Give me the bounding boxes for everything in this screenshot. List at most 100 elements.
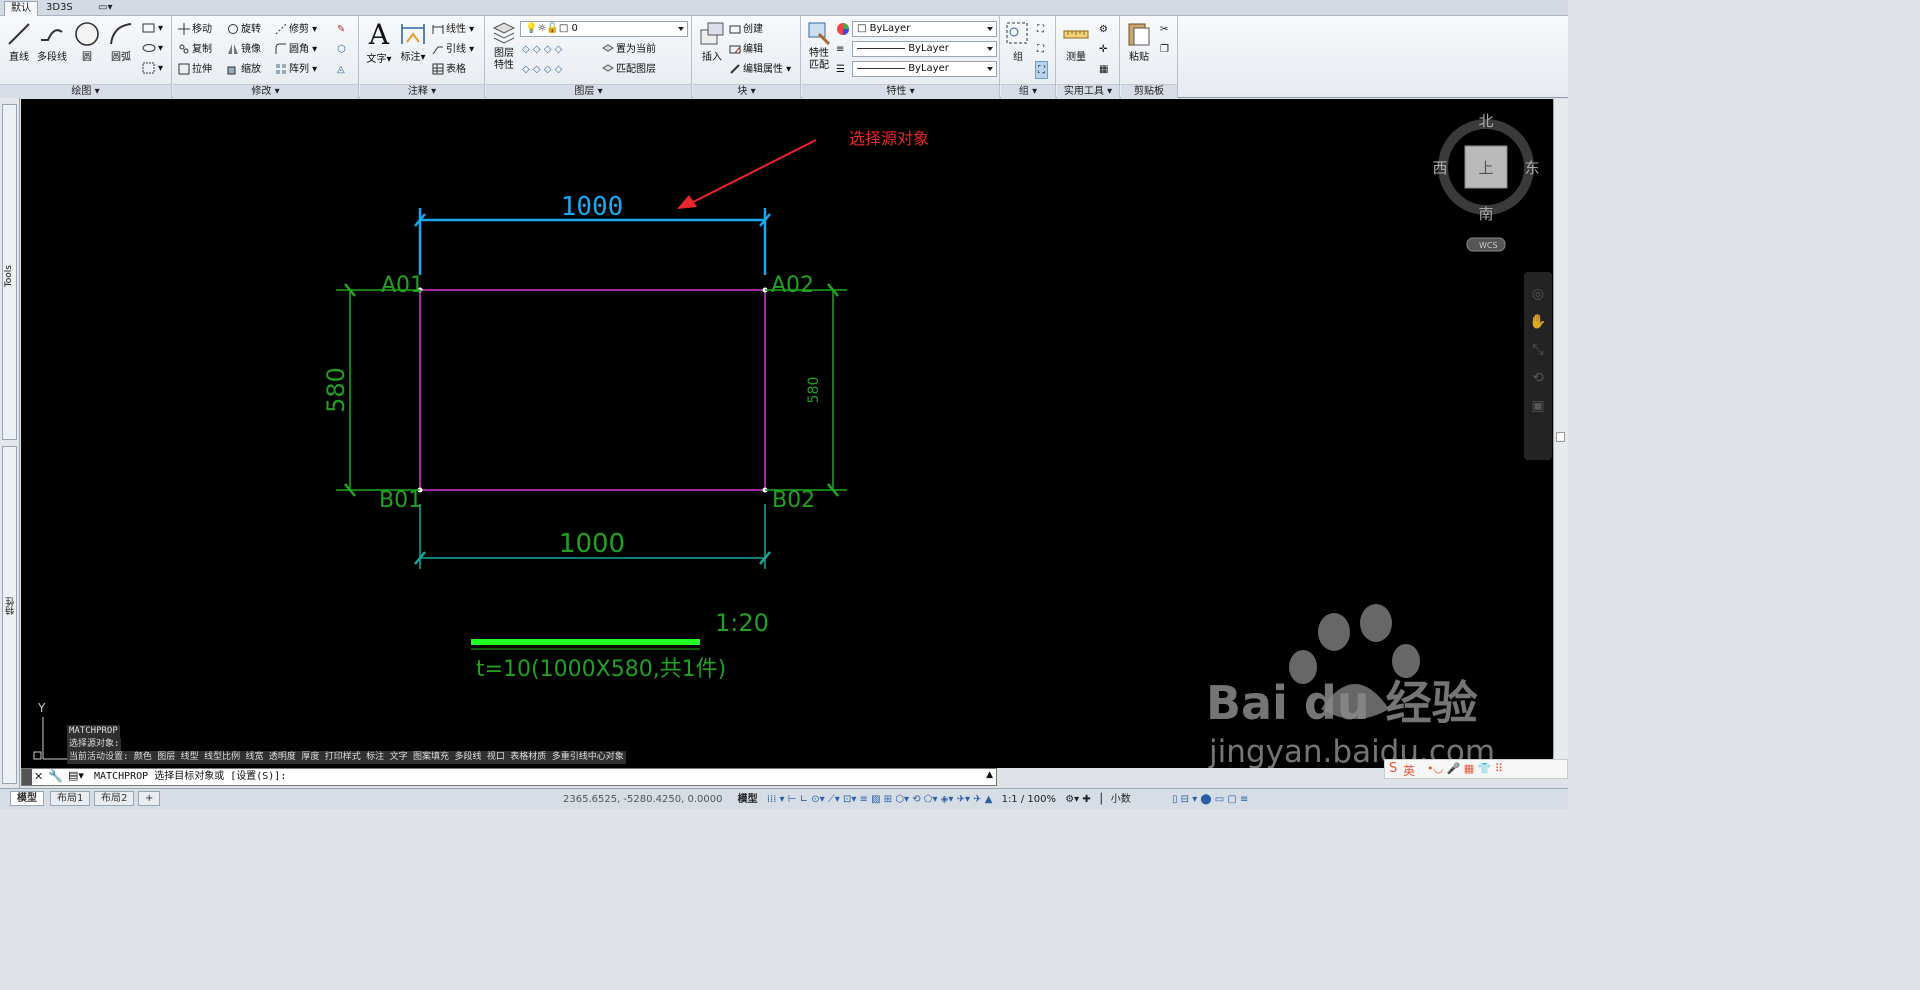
group-button[interactable]: 组 [1001,20,1035,63]
showmotion-icon[interactable]: ▣ [1524,398,1552,414]
layer-tools-row2[interactable]: ◇ ◇ ◇ ◇ [522,61,562,79]
command-expand-icon[interactable]: ▲ [986,770,993,780]
viewcube-east[interactable]: 东 [1524,159,1539,177]
group-edit-button[interactable]: ⛶ [1037,41,1044,59]
tab-3d3s[interactable]: 3D3S [40,1,79,16]
move-button[interactable]: 移动 [178,21,212,39]
workspace-gear-icon[interactable]: ⚙▾ ✚ ▕ [1065,794,1101,805]
units-dropdown[interactable]: 小数 [1111,794,1131,805]
panel-annotate-title[interactable]: 注释 ▾ [360,84,484,98]
layer-stack-icon [492,22,516,44]
rectangle-tool[interactable]: ▾ [142,20,163,38]
vertical-scrollbar[interactable] [1553,99,1568,768]
color-dropdown[interactable]: □ ByLayer [852,21,997,37]
panel-draw-title[interactable]: 绘图 ▾ [0,84,171,98]
coordinate-readout[interactable]: 2365.6525, -5280.4250, 0.0000 [563,794,722,805]
group-select-toggle[interactable]: ⛶ [1035,61,1048,79]
add-layout-button[interactable]: + [138,791,161,806]
status-tray: 2365.6525, -5280.4250, 0.0000 模型 ⁞⁞⁞ ▾ ⊢… [535,789,1248,810]
tab-more-dropdown[interactable]: ▭▾ [92,1,114,16]
plate-rectangle[interactable] [419,289,766,491]
command-line[interactable]: ✕ 🔧 ▤▾ MATCHPROP 选择目标对象或 [设置(S)]: ▲ [21,768,997,786]
zoom-extents-icon[interactable]: ⤡ [1524,342,1552,358]
line-button[interactable]: 直线 [2,20,36,63]
panel-utilities-title[interactable]: 实用工具 ▾ [1057,84,1119,98]
properties-palette-tab[interactable]: 特性 [2,446,17,784]
calculator-button[interactable]: ▦ [1099,61,1108,79]
lineweight-dropdown[interactable]: ByLayer [852,61,997,77]
model-space-button[interactable]: 模型 [738,794,758,805]
cut-button[interactable]: ✂ [1160,21,1168,39]
explode-button[interactable]: ⬡ [337,41,346,59]
steering-wheel-icon[interactable]: ◎ [1524,286,1552,302]
polyline-button[interactable]: 多段线 [34,20,70,63]
panel-modify-title[interactable]: 修改 ▾ [173,84,358,98]
viewcube-west[interactable]: 西 [1432,159,1447,177]
circle-button[interactable]: 圆 [70,20,104,63]
insert-button[interactable]: 插入 [695,20,729,63]
rotate-button[interactable]: 旋转 [227,21,261,39]
linetype-dropdown[interactable]: ByLayer [852,41,997,57]
command-history-icon[interactable]: ▤▾ [68,769,84,782]
status-tool-icons[interactable]: ⁞⁞⁞ ▾ ⊢ ∟ ⊙▾ ⟋▾ ⊡▾ ≡ ▨ ⊞ ⬡▾ ⟲ ⬠▾ ◈▾ ✈▾ ✈… [767,794,993,805]
erase-button[interactable]: ✎ [337,21,345,39]
circle-icon [75,22,99,46]
paste-button[interactable]: 粘贴 [1122,20,1156,63]
tab-layout1[interactable]: 布局1 [50,791,91,806]
tab-default[interactable]: 默认 [4,1,38,16]
quick-select-button[interactable]: ⚙ [1099,21,1108,39]
orbit-icon[interactable]: ⟲ [1524,370,1552,386]
viewcube-north[interactable]: 北 [1478,112,1493,130]
linear-dim-button[interactable]: 线性 ▾ [432,21,474,39]
text-button[interactable]: A 文字▾ [362,20,396,66]
ellipse-tool[interactable]: ▾ [142,40,163,58]
array-button[interactable]: 阵列 ▾ [275,61,317,79]
layer-dropdown[interactable]: 💡☼🔓□ 0 [520,21,688,37]
mirror-button[interactable]: 镜像 [227,41,261,59]
table-button[interactable]: 表格 [432,61,466,79]
match-layer-button[interactable]: 匹配图层 [602,61,656,79]
arc-button[interactable]: 圆弧 [104,20,138,63]
tab-layout2[interactable]: 布局2 [94,791,135,806]
layer-tools-row1[interactable]: ◇ ◇ ◇ ◇ [522,41,562,59]
navigation-bar[interactable]: ◎ ✋ ⤡ ⟲ ▣ [1524,272,1552,460]
status-right-icons[interactable]: ▯ ⊟ ▾ ⬤ ▭ ▢ ≡ [1172,794,1248,805]
copy-button[interactable]: 复制 [178,41,212,59]
layer-properties-button[interactable]: 图层特性 [488,20,520,72]
scroll-thumb[interactable] [1556,432,1565,442]
scale-button[interactable]: 缩放 [227,61,261,79]
point-button[interactable]: ✛ [1099,41,1107,59]
trim-button[interactable]: 修剪 ▾ [275,21,317,39]
ungroup-button[interactable]: ⛶ [1037,21,1044,39]
edit-attribute-button[interactable]: 编辑属性 ▾ [729,61,791,79]
panel-block-title[interactable]: 块 ▾ [693,84,800,98]
set-current-button[interactable]: 置为当前 [602,41,656,59]
drawing-svg[interactable]: 1000 A01 A02 B01 B02 580 580 1000 1:20 t… [21,99,1553,768]
stretch-button[interactable]: 拉伸 [178,61,212,79]
edit-block-button[interactable]: 编辑 [729,41,763,59]
tools-palette-tab[interactable]: Tools [2,104,17,440]
tab-model[interactable]: 模型 [10,791,44,806]
ime-mode[interactable]: 英 [1403,762,1415,779]
drawing-canvas[interactable]: 1000 A01 A02 B01 B02 580 580 1000 1:20 t… [21,99,1553,768]
create-block-button[interactable]: 创建 [729,21,763,39]
panel-groups-title[interactable]: 组 ▾ [1001,84,1055,98]
match-properties-button[interactable]: 特性匹配 [804,20,834,72]
dimension-button[interactable]: 标注▾ [396,20,430,63]
stretch-icon [178,63,190,75]
annotation-scale[interactable]: 1:1 / 100% [1002,794,1056,805]
copy-clip-button[interactable]: ❐ [1160,41,1169,59]
wrench-icon[interactable]: 🔧 [48,769,63,783]
panel-layers-title[interactable]: 图层 ▾ [486,84,691,98]
viewcube-south[interactable]: 南 [1478,205,1493,223]
fillet-button[interactable]: 圆角 ▾ [275,41,317,59]
hatch-tool[interactable]: ▾ [142,60,163,78]
offset-button[interactable]: ◬ [337,61,345,79]
ime-tools-icons[interactable]: •◡ 🎤 ▦ 👕 ⠿ [1427,762,1503,775]
pan-icon[interactable]: ✋ [1524,314,1552,330]
measure-button[interactable]: 测量 [1059,20,1093,63]
close-icon[interactable]: ✕ [34,770,43,783]
command-grip[interactable] [22,769,32,785]
leader-button[interactable]: 引线 ▾ [432,41,474,59]
panel-properties-title[interactable]: 特性 ▾ [802,84,999,98]
